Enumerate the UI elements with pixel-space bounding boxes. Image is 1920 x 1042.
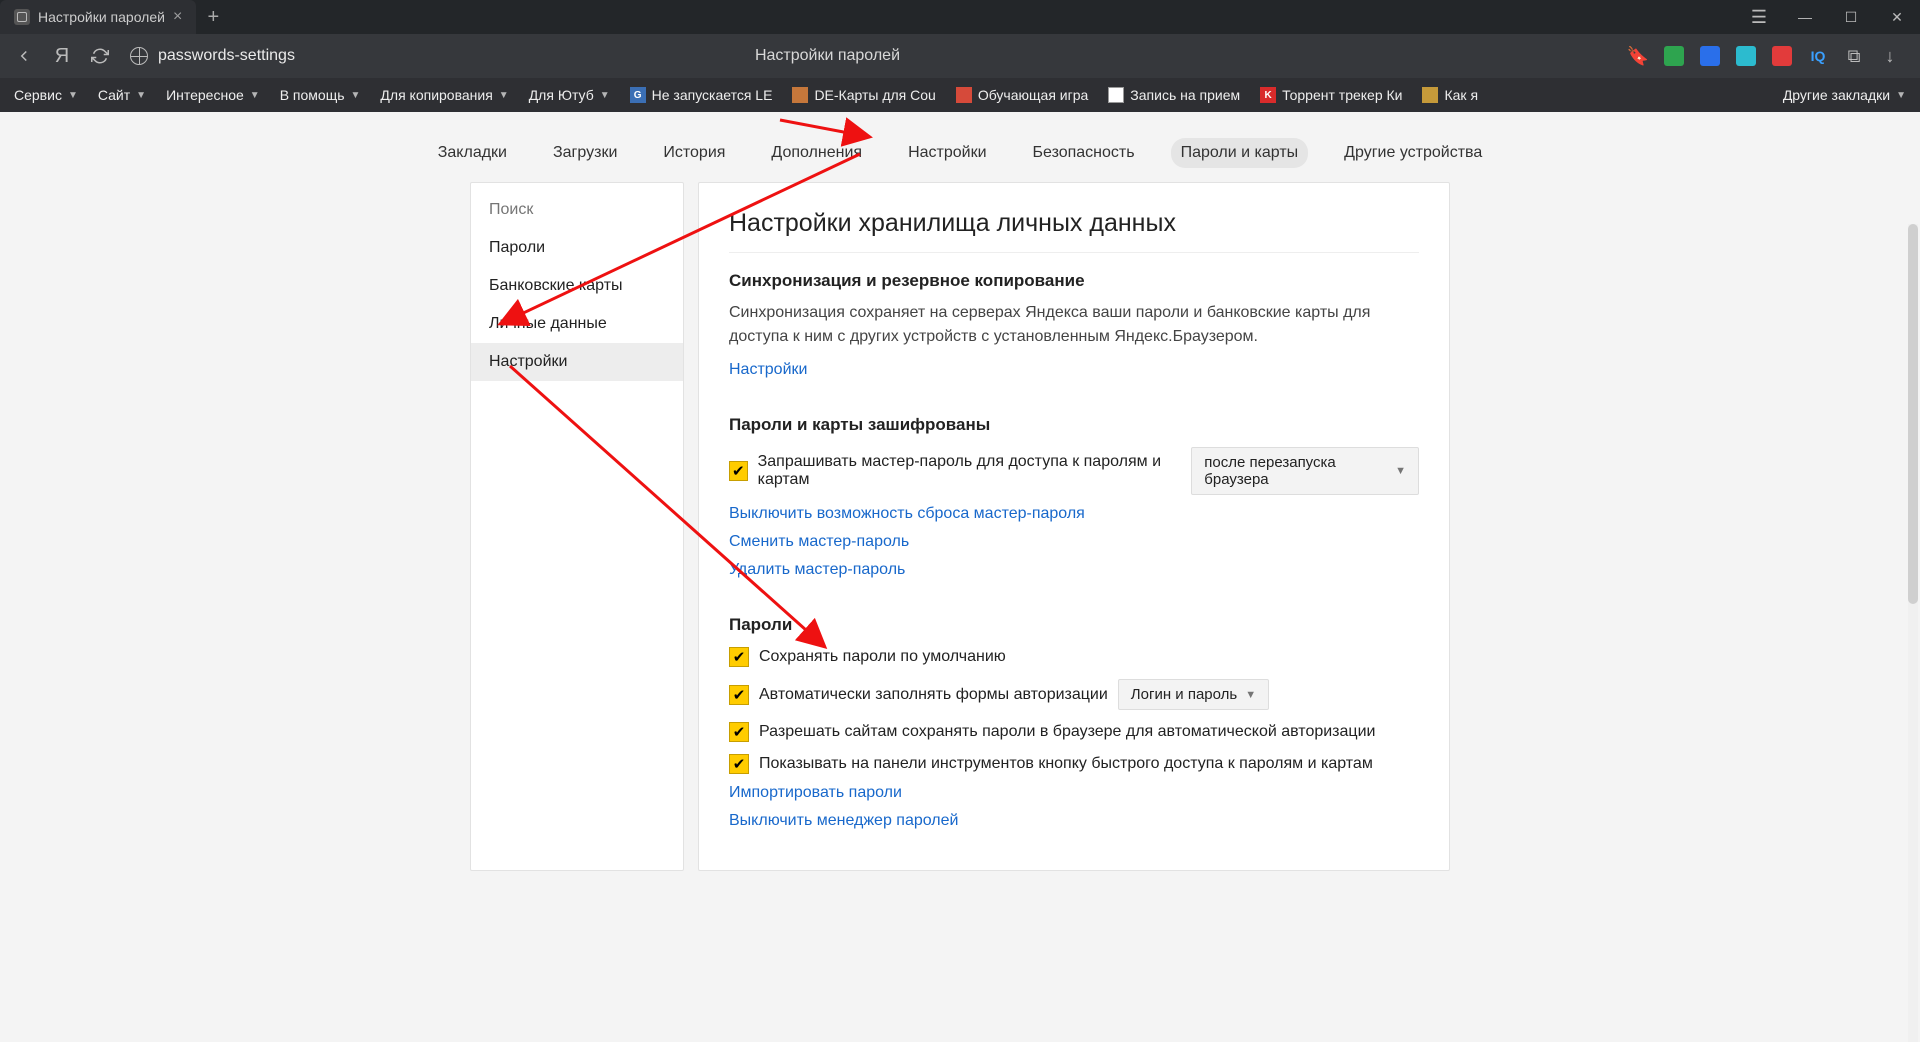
autofill-label: Автоматически заполнять формы авторизаци… xyxy=(759,686,1108,704)
allow-sites-save-checkbox[interactable]: ✔ xyxy=(729,722,749,742)
autofill-checkbox[interactable]: ✔ xyxy=(729,685,749,705)
tab-history[interactable]: История xyxy=(653,138,735,168)
chevron-down-icon: ▼ xyxy=(136,90,146,101)
bookmark-folder[interactable]: Для Ютуб▼ xyxy=(523,83,616,107)
bookmark-favicon xyxy=(792,87,808,103)
chevron-down-icon: ▼ xyxy=(250,90,260,101)
omnibox-page-title: Настройки паролей xyxy=(755,47,900,65)
chevron-down-icon: ▼ xyxy=(1395,465,1406,477)
reload-button[interactable] xyxy=(84,40,116,72)
yandex-home-button[interactable]: Я xyxy=(46,40,78,72)
bookmark-item[interactable]: Обучающая игра xyxy=(950,83,1094,107)
minimize-button[interactable]: — xyxy=(1782,0,1828,34)
extensions-icon[interactable]: ⧉ xyxy=(1844,46,1864,66)
close-tab-icon[interactable]: × xyxy=(173,9,182,25)
import-passwords-link[interactable]: Импортировать пароли xyxy=(729,784,1419,802)
chevron-down-icon: ▼ xyxy=(600,90,610,101)
bookmark-favicon xyxy=(1422,87,1438,103)
sidebar-item-passwords[interactable]: Пароли xyxy=(471,229,683,267)
sync-settings-link[interactable]: Настройки xyxy=(729,361,807,379)
protect-shield-icon[interactable] xyxy=(1664,46,1684,66)
extension-icon-1[interactable] xyxy=(1700,46,1720,66)
tab-title: Настройки паролей xyxy=(38,9,165,25)
address-bar: Я passwords-settings Настройки паролей 🔖… xyxy=(0,34,1920,78)
site-info-icon[interactable] xyxy=(130,47,148,65)
master-password-label: Запрашивать мастер-пароль для доступа к … xyxy=(758,453,1182,489)
save-passwords-checkbox[interactable]: ✔ xyxy=(729,647,749,667)
allow-sites-save-label: Разрешать сайтам сохранять пароли в брау… xyxy=(759,723,1375,741)
tab-favicon xyxy=(14,9,30,25)
chevron-down-icon: ▼ xyxy=(351,90,361,101)
save-passwords-label: Сохранять пароли по умолчанию xyxy=(759,648,1006,666)
chevron-down-icon: ▼ xyxy=(1896,90,1906,101)
section-title-encrypted: Пароли и карты зашифрованы xyxy=(729,415,1419,435)
show-toolbar-btn-label: Показывать на панели инструментов кнопку… xyxy=(759,755,1373,773)
sidebar-item-cards[interactable]: Банковские карты xyxy=(471,267,683,305)
maximize-button[interactable]: ☐ xyxy=(1828,0,1874,34)
bookmark-folder[interactable]: Сайт▼ xyxy=(92,83,152,107)
sidebar-search-input[interactable] xyxy=(471,191,683,229)
disable-manager-link[interactable]: Выключить менеджер паролей xyxy=(729,812,1419,830)
master-password-timing-select[interactable]: после перезапуска браузера ▼ xyxy=(1191,447,1419,495)
sidebar-item-personal[interactable]: Личные данные xyxy=(471,305,683,343)
extension-icon-2[interactable] xyxy=(1736,46,1756,66)
bookmark-favicon: G xyxy=(630,87,646,103)
settings-category-tabs: Закладки Загрузки История Дополнения Нас… xyxy=(0,112,1920,168)
page-content: Закладки Загрузки История Дополнения Нас… xyxy=(0,112,1920,1042)
settings-main-panel: Настройки хранилища личных данных Синхро… xyxy=(698,182,1450,871)
other-bookmarks[interactable]: Другие закладки▼ xyxy=(1777,83,1912,107)
tab-other-devices[interactable]: Другие устройства xyxy=(1334,138,1492,168)
bookmark-favicon xyxy=(956,87,972,103)
back-button[interactable] xyxy=(8,40,40,72)
hamburger-menu-icon[interactable]: ☰ xyxy=(1736,0,1782,34)
url-text: passwords-settings xyxy=(158,47,295,65)
bookmark-favicon: K xyxy=(1260,87,1276,103)
section-title-sync: Синхронизация и резервное копирование xyxy=(729,271,1419,291)
show-toolbar-btn-checkbox[interactable]: ✔ xyxy=(729,754,749,774)
tab-security[interactable]: Безопасность xyxy=(1023,138,1145,168)
tab-settings[interactable]: Настройки xyxy=(898,138,996,168)
vertical-scrollbar[interactable] xyxy=(1908,224,1918,1042)
extension-icon-iq[interactable]: IQ xyxy=(1808,46,1828,66)
bookmark-folder[interactable]: Сервис▼ xyxy=(8,83,84,107)
bookmark-folder[interactable]: Для копирования▼ xyxy=(374,83,514,107)
extension-icon-3[interactable] xyxy=(1772,46,1792,66)
delete-master-link[interactable]: Удалить мастер-пароль xyxy=(729,561,1419,579)
disable-reset-link[interactable]: Выключить возможность сброса мастер-паро… xyxy=(729,505,1419,523)
chevron-down-icon: ▼ xyxy=(499,90,509,101)
tab-bookmarks[interactable]: Закладки xyxy=(428,138,517,168)
change-master-link[interactable]: Сменить мастер-пароль xyxy=(729,533,1419,551)
bookmark-item[interactable]: Запись на прием xyxy=(1102,83,1246,107)
autofill-mode-select[interactable]: Логин и пароль ▼ xyxy=(1118,679,1269,710)
page-title: Настройки хранилища личных данных xyxy=(729,209,1419,253)
sync-description: Синхронизация сохраняет на серверах Янде… xyxy=(729,301,1419,349)
chevron-down-icon: ▼ xyxy=(1245,689,1256,701)
chevron-down-icon: ▼ xyxy=(68,90,78,101)
master-password-checkbox[interactable]: ✔ xyxy=(729,461,748,481)
scrollbar-thumb[interactable] xyxy=(1908,224,1918,604)
downloads-icon[interactable]: ↓ xyxy=(1880,46,1900,66)
bookmark-folder[interactable]: В помощь▼ xyxy=(274,83,367,107)
settings-sidebar: Пароли Банковские карты Личные данные На… xyxy=(470,182,684,871)
tab-passwords-cards[interactable]: Пароли и карты xyxy=(1171,138,1309,168)
window-titlebar: Настройки паролей × + ☰ — ☐ ✕ xyxy=(0,0,1920,34)
bookmark-folder[interactable]: Интересное▼ xyxy=(160,83,266,107)
section-title-passwords: Пароли xyxy=(729,615,1419,635)
bookmark-favicon xyxy=(1108,87,1124,103)
bookmarks-bar: Сервис▼ Сайт▼ Интересное▼ В помощь▼ Для … xyxy=(0,78,1920,112)
bookmark-item[interactable]: KТоррент трекер Ки xyxy=(1254,83,1408,107)
bookmark-item[interactable]: GНе запускается LE xyxy=(624,83,779,107)
sidebar-item-settings[interactable]: Настройки xyxy=(471,343,683,381)
new-tab-button[interactable]: + xyxy=(196,0,230,34)
bookmark-item[interactable]: DE-Карты для Cou xyxy=(786,83,941,107)
bookmark-icon[interactable]: 🔖 xyxy=(1628,46,1648,66)
browser-tab[interactable]: Настройки паролей × xyxy=(0,0,196,34)
tab-addons[interactable]: Дополнения xyxy=(761,138,872,168)
tab-downloads[interactable]: Загрузки xyxy=(543,138,627,168)
omnibox[interactable]: passwords-settings Настройки паролей xyxy=(122,39,1622,73)
bookmark-item[interactable]: Как я xyxy=(1416,83,1484,107)
close-window-button[interactable]: ✕ xyxy=(1874,0,1920,34)
